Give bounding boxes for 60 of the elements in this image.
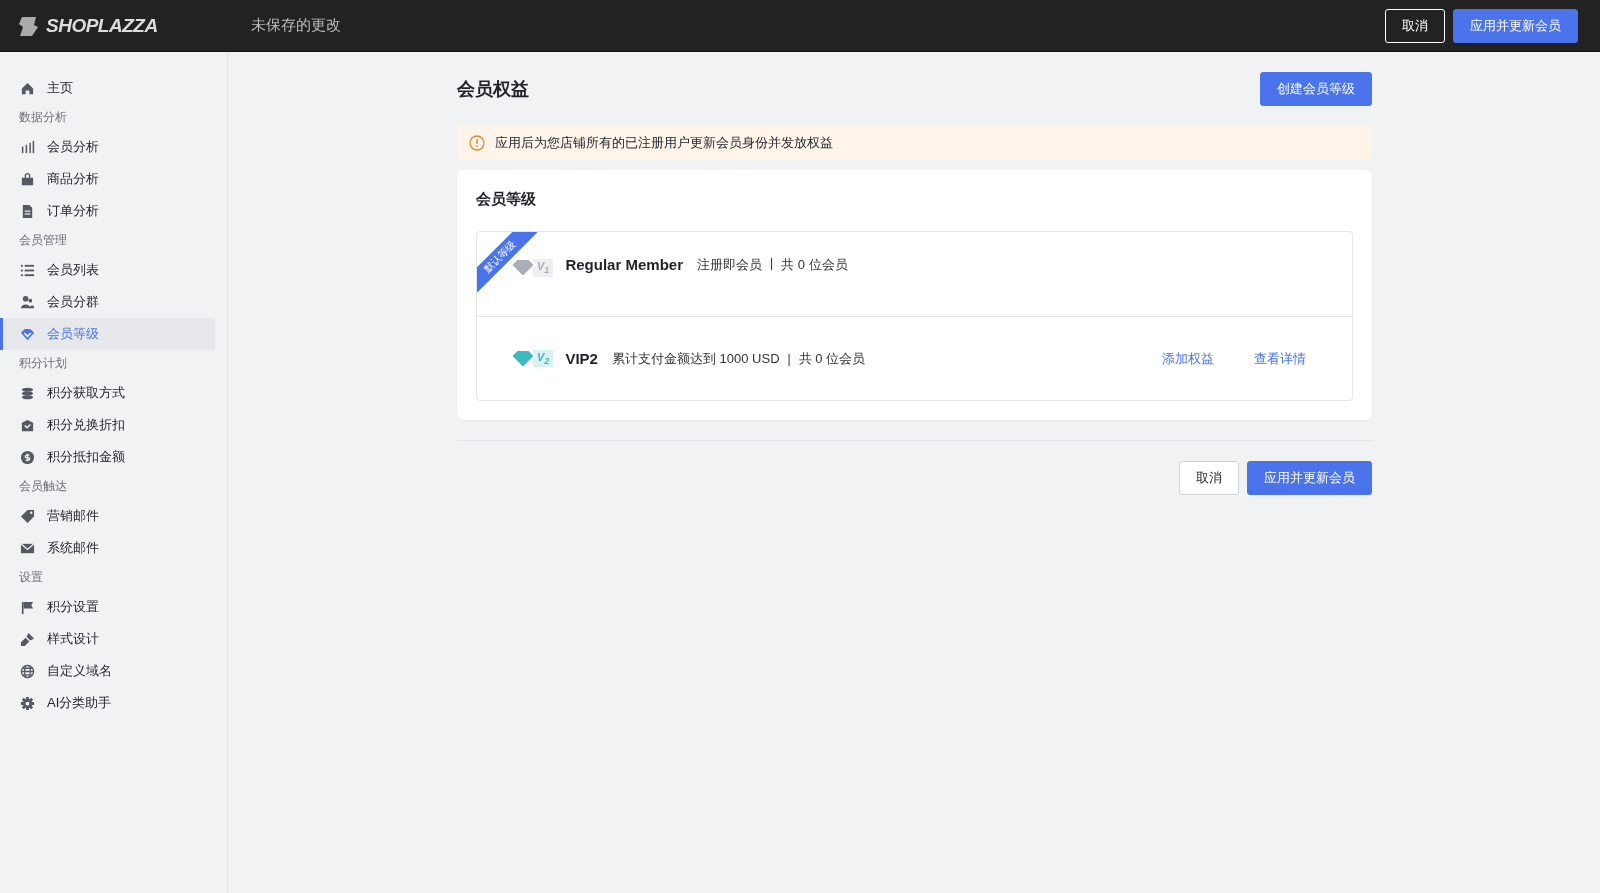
sidebar-item[interactable]: AI分类助手 <box>0 687 215 719</box>
cancel-button[interactable]: 取消 <box>1179 461 1239 495</box>
sidebar-item[interactable]: 积分设置 <box>0 591 215 623</box>
envelope-check-icon <box>20 417 35 433</box>
document-icon <box>20 203 35 219</box>
unsaved-status: 未保存的更改 <box>251 16 342 35</box>
apply-button[interactable]: 应用并更新会员 <box>1247 461 1372 495</box>
diamond-icon <box>20 326 35 342</box>
member-count: 共 0 位会员 <box>781 256 848 274</box>
tag-icon <box>20 508 35 524</box>
sidebar-item[interactable]: 订单分析 <box>0 195 215 227</box>
warning-icon <box>469 135 485 151</box>
logo-icon <box>18 14 40 37</box>
level-badge: V$_{1}$ <box>533 259 554 277</box>
sidebar-item[interactable]: 商品分析 <box>0 163 215 195</box>
home-icon <box>20 80 35 96</box>
action-link[interactable]: 添加权益 <box>1162 349 1214 368</box>
paint-brush-icon <box>20 631 35 647</box>
sidebar-item[interactable]: 积分兑换折扣 <box>0 409 215 441</box>
logo-text: SHOPLAZZA <box>46 14 158 37</box>
page-title: 会员权益 <box>457 78 529 101</box>
sidebar-item[interactable]: 主页 <box>0 72 215 104</box>
notice-text: 应用后为您店铺所有的已注册用户更新会员身份并发放权益 <box>495 134 833 152</box>
section-heading: 积分计划 <box>18 356 68 371</box>
sidebar-item[interactable]: 样式设计 <box>0 623 215 655</box>
member-count: 共 0 位会员 <box>798 349 866 368</box>
card-title: 会员等级 <box>476 190 537 209</box>
flag-icon <box>20 599 35 615</box>
tier-condition: 注册即会员 <box>697 256 762 274</box>
cancel-button[interactable]: 取消 <box>1385 8 1445 43</box>
envelope-icon <box>20 540 35 556</box>
section-heading: 会员管理 <box>18 233 68 248</box>
separator: | <box>770 256 774 270</box>
bar-chart-icon <box>20 139 35 155</box>
section-heading: 会员触达 <box>18 479 68 494</box>
tier-name: VIP2 <box>565 350 598 367</box>
separator: | <box>787 351 791 366</box>
people-icon <box>20 294 35 310</box>
globe-icon <box>20 663 35 679</box>
tier-name: Regular Member <box>565 256 683 273</box>
sidebar-item[interactable]: 会员列表 <box>0 254 215 286</box>
section-heading: 数据分析 <box>18 110 68 125</box>
sidebar-item[interactable]: 积分获取方式 <box>0 377 215 409</box>
apply-button[interactable]: 应用并更新会员 <box>1453 8 1578 43</box>
shopping-bag-icon <box>20 171 35 187</box>
section-heading: 设置 <box>18 570 44 585</box>
tier-condition: 累计支付金额达到 1000 USD <box>611 349 780 368</box>
sidebar-item[interactable]: 积分抵扣金额 <box>0 441 215 473</box>
list-icon <box>20 262 35 278</box>
action-link[interactable]: 查看详情 <box>1254 349 1306 368</box>
gear-icon <box>20 695 35 711</box>
sidebar-item[interactable]: 会员分析 <box>0 131 215 163</box>
sidebar-item[interactable]: 营销邮件 <box>0 500 215 532</box>
create-level-button[interactable]: 创建会员等级 <box>1260 72 1372 106</box>
sidebar-item[interactable]: 会员分群 <box>0 286 215 318</box>
sidebar-item[interactable]: 会员等级 <box>0 318 215 350</box>
dollar-coin-icon <box>20 449 35 465</box>
sidebar-item[interactable]: 自定义域名 <box>0 655 215 687</box>
coin-stack-icon <box>20 385 35 401</box>
sidebar-item[interactable]: 系统邮件 <box>0 532 215 564</box>
